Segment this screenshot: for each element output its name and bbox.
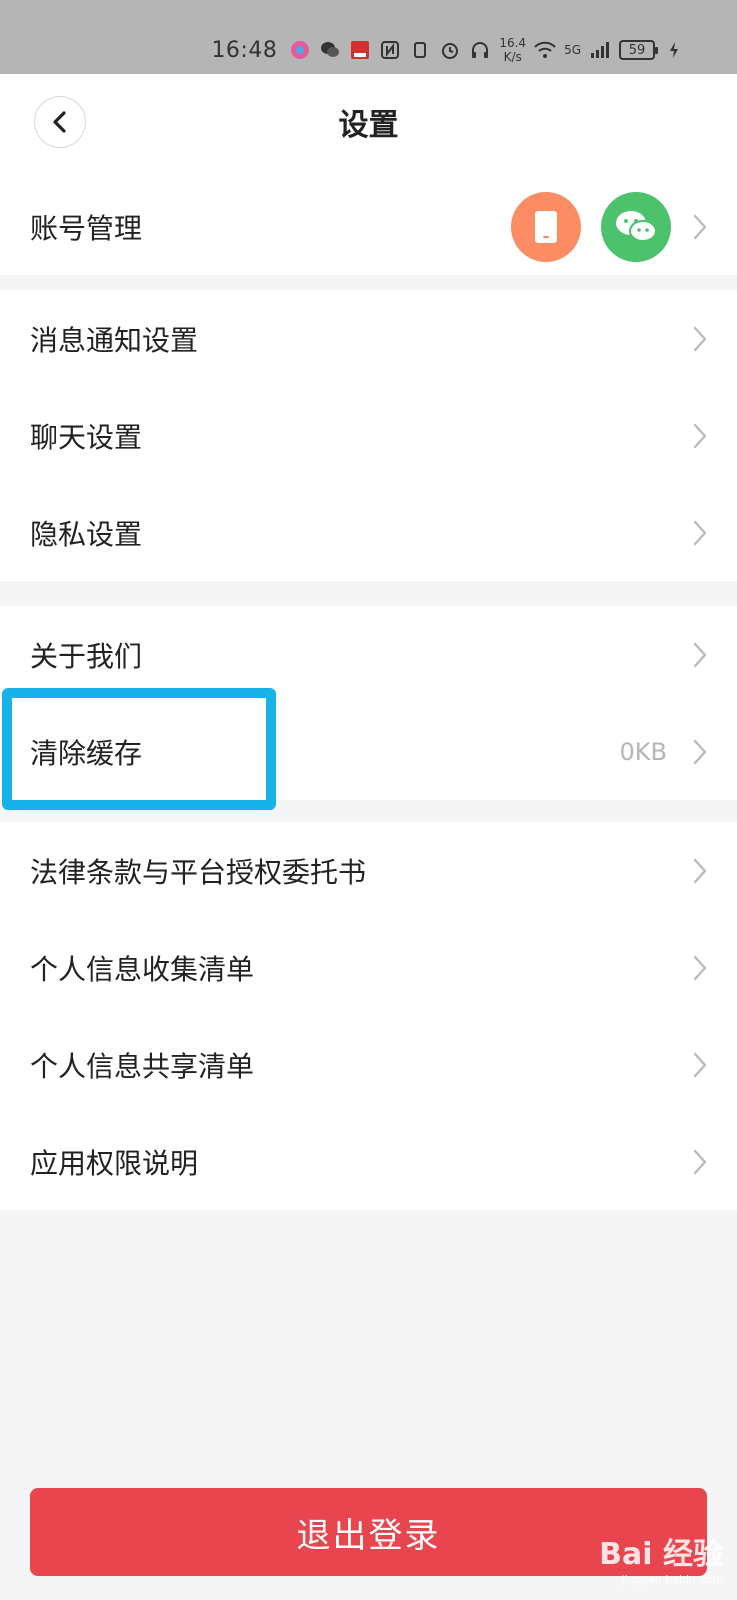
status-time: 16:48 — [211, 37, 278, 63]
status-bar: 16:48 16.4 K/s 5G 59 — [0, 0, 737, 74]
battery-icon: 59 — [619, 40, 658, 60]
clear-cache-row[interactable]: 清除缓存 0KB — [0, 703, 737, 800]
row-label: 个人信息共享清单 — [30, 1049, 255, 1083]
row-label: 账号管理 — [30, 211, 143, 245]
chevron-right-icon — [693, 1149, 707, 1174]
personal-info-collection-row[interactable]: 个人信息收集清单 — [0, 919, 737, 1016]
row-label: 个人信息收集清单 — [30, 952, 255, 986]
chevron-right-icon — [693, 423, 707, 448]
alarm-icon — [439, 39, 461, 61]
chevron-right-icon — [693, 642, 707, 667]
vibrate-icon — [409, 39, 431, 61]
chevron-right-icon — [693, 214, 707, 239]
network-speed: 16.4 K/s — [499, 36, 527, 64]
page-title: 设置 — [338, 108, 399, 143]
legal-terms-row[interactable]: 法律条款与平台授权委托书 — [0, 822, 737, 919]
row-label: 隐私设置 — [30, 517, 143, 551]
notification-settings-group: 消息通知设置 聊天设置 隐私设置 — [0, 290, 737, 581]
account-group: 账号管理 — [0, 178, 737, 275]
row-label: 消息通知设置 — [30, 323, 199, 357]
network-type: 5G — [564, 43, 581, 57]
chevron-right-icon — [693, 858, 707, 883]
message-notification-row[interactable]: 消息通知设置 — [0, 290, 737, 387]
app-notification-icon — [289, 39, 311, 61]
row-label: 应用权限说明 — [30, 1146, 199, 1180]
app-permissions-row[interactable]: 应用权限说明 — [0, 1113, 737, 1210]
phone-icon[interactable] — [511, 191, 581, 262]
legal-group: 法律条款与平台授权委托书 个人信息收集清单 个人信息共享清单 应用权限说明 — [0, 822, 737, 1210]
about-group: 关于我们 清除缓存 0KB — [0, 606, 737, 800]
chevron-right-icon — [693, 520, 707, 545]
nfc-icon — [379, 39, 401, 61]
headphones-icon — [469, 39, 491, 61]
row-label: 聊天设置 — [30, 420, 143, 454]
watermark: Bai 经验 jingyan.baidu.com — [599, 1537, 723, 1586]
chevron-right-icon — [693, 955, 707, 980]
row-label: 关于我们 — [30, 639, 143, 673]
wifi-icon — [534, 39, 556, 61]
chat-settings-row[interactable]: 聊天设置 — [0, 387, 737, 484]
account-management-row[interactable]: 账号管理 — [0, 178, 737, 275]
news-app-icon — [349, 39, 371, 61]
privacy-settings-row[interactable]: 隐私设置 — [0, 484, 737, 581]
row-label: 清除缓存 — [30, 736, 143, 770]
personal-info-sharing-row[interactable]: 个人信息共享清单 — [0, 1016, 737, 1113]
cache-size: 0KB — [619, 737, 667, 766]
signal-icon — [589, 39, 611, 61]
wechat-icon[interactable] — [601, 191, 671, 262]
about-us-row[interactable]: 关于我们 — [0, 606, 737, 703]
charging-icon — [663, 39, 685, 61]
chevron-right-icon — [693, 1052, 707, 1077]
header: 设置 — [0, 74, 737, 178]
chevron-right-icon — [693, 739, 707, 764]
wechat-notification-icon — [319, 39, 341, 61]
row-label: 法律条款与平台授权委托书 — [30, 855, 367, 889]
chevron-right-icon — [693, 326, 707, 351]
